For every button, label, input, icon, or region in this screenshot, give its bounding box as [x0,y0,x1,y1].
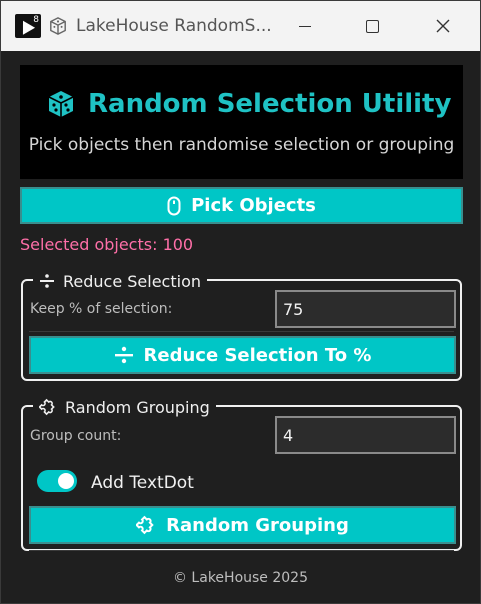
textdot-toggle[interactable] [37,470,77,492]
keep-percent-label: Keep % of selection: [30,301,173,317]
group-count-input[interactable]: 4 [275,416,456,454]
divider [29,331,454,332]
pick-objects-button[interactable]: Pick Objects [20,187,463,224]
reduce-selection-legend: Reduce Selection [33,271,207,291]
puzzle-icon [39,398,55,416]
divider [29,550,454,551]
title-bar[interactable]: 8 LakeHouse RandomS... [1,1,480,51]
maximize-button[interactable] [358,13,386,39]
footer-copyright: © LakeHouse 2025 [172,570,308,586]
divide-icon [40,274,54,288]
app-badge: 8 [33,15,39,25]
toggle-knob [58,473,74,489]
window-title: LakeHouse RandomS... [76,16,272,36]
random-grouping-button-label: Random Grouping [166,514,349,536]
close-icon [436,19,450,33]
textdot-label: Add TextDot [91,473,194,493]
reduce-selection-group: Reduce Selection Keep % of selection: 75… [21,271,462,381]
puzzle-icon [136,515,154,535]
minimize-icon [299,25,311,27]
close-button[interactable] [429,13,457,39]
selected-count-status: Selected objects: 100 [20,235,194,254]
minimize-button[interactable] [291,13,319,39]
random-grouping-title: Random Grouping [65,397,210,417]
mouse-icon [167,196,181,215]
random-grouping-legend: Random Grouping [33,397,216,417]
reduce-selection-title: Reduce Selection [63,271,201,291]
keep-percent-input[interactable]: 75 [275,290,456,328]
header-title-row: Random Selection Utility [46,89,451,119]
maximize-icon [365,19,379,33]
app-icon: 8 [15,14,41,38]
reduce-selection-button[interactable]: Reduce Selection To % [29,336,456,374]
app-subtitle: Pick objects then randomise selection or… [28,135,455,155]
reduce-selection-button-label: Reduce Selection To % [143,344,372,366]
header-banner: Random Selection Utility Pick objects th… [20,65,463,179]
app-window: 8 LakeHouse RandomS... Random Selection … [0,0,481,604]
group-count-label: Group count: [30,428,122,444]
random-grouping-group: Random Grouping Group count: 4 Add TextD… [21,397,462,551]
dice-icon [50,17,66,35]
divide-icon [114,346,133,364]
dice-icon [48,91,74,117]
random-grouping-button[interactable]: Random Grouping [29,506,456,544]
pick-objects-label: Pick Objects [191,195,316,216]
app-heading: Random Selection Utility [88,89,452,119]
